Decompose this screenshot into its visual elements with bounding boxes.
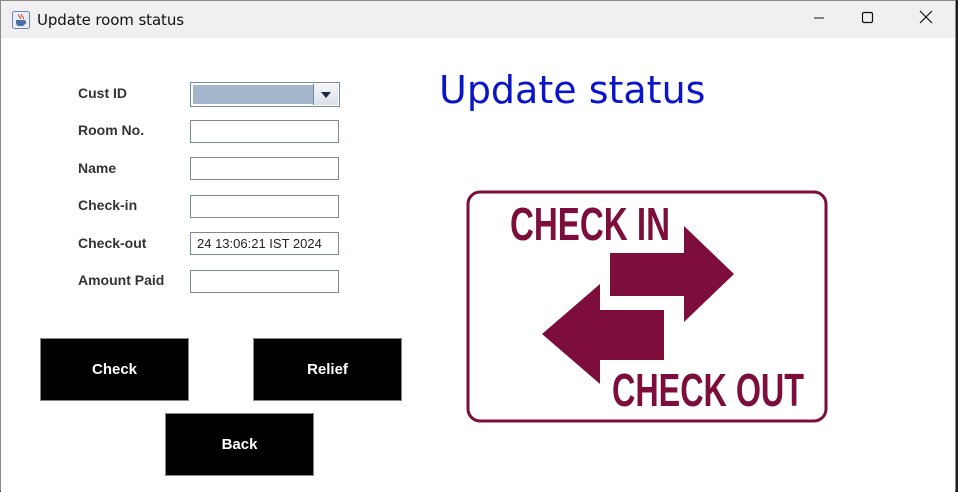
room-no-label: Room No. <box>78 122 145 138</box>
app-window: Update room status Cust ID Room No. Name… <box>0 0 956 492</box>
check-in-input[interactable] <box>190 195 339 218</box>
room-no-input[interactable] <box>190 120 339 143</box>
form-panel: Cust ID Room No. Name Check-in Check-out… <box>1 38 955 492</box>
sign-top-text: CHECK IN <box>510 198 670 250</box>
check-in-check-out-sign: CHECK IN CHECK OUT <box>464 188 830 425</box>
cust-id-dropdown[interactable] <box>190 82 340 107</box>
name-input[interactable] <box>190 157 339 180</box>
title-bar[interactable]: Update room status <box>1 1 955 38</box>
window-title: Update room status <box>37 11 184 29</box>
name-label: Name <box>78 160 117 176</box>
minimize-button[interactable] <box>796 1 842 38</box>
amount-paid-input[interactable] <box>190 270 339 293</box>
amount-paid-label: Amount Paid <box>78 272 165 288</box>
minimize-icon <box>813 11 825 29</box>
chevron-down-icon <box>320 86 332 104</box>
maximize-button[interactable] <box>844 1 890 38</box>
maximize-icon <box>861 11 874 29</box>
close-icon <box>919 10 933 29</box>
cust-id-label: Cust ID <box>78 85 127 101</box>
close-button[interactable] <box>903 1 949 38</box>
page-title: Update status <box>439 68 706 112</box>
check-out-label: Check-out <box>78 235 147 251</box>
cust-id-selected-value <box>193 85 314 104</box>
cust-id-dropdown-button[interactable] <box>313 84 338 105</box>
back-button[interactable]: Back <box>165 413 314 476</box>
check-button[interactable]: Check <box>40 338 189 401</box>
sign-bottom-text: CHECK OUT <box>612 364 804 416</box>
relief-button[interactable]: Relief <box>253 338 402 401</box>
java-cup-icon <box>12 11 30 29</box>
check-in-label: Check-in <box>78 197 138 213</box>
check-out-input[interactable]: 24 13:06:21 IST 2024 <box>190 232 339 255</box>
